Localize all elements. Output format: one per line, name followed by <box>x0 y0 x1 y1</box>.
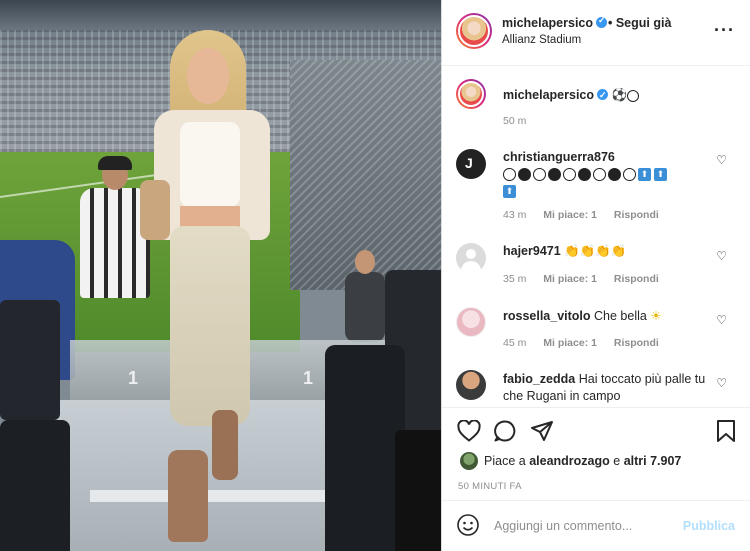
comment-username[interactable]: fabio_zedda <box>503 372 575 386</box>
comment-avatar[interactable] <box>456 149 486 179</box>
comment-reply-button[interactable]: Rispondi <box>614 209 659 221</box>
comment-input[interactable] <box>494 515 674 537</box>
save-bookmark-icon[interactable] <box>713 418 739 444</box>
up-arrow-icon: ⬆ <box>503 185 516 199</box>
comment-meta: 43 m Mi piace: 1 Rispondi <box>503 209 673 221</box>
soccer-ball-icon: ⚽ <box>611 88 628 102</box>
clapping-hands-icon: 👏👏👏👏 <box>564 244 627 258</box>
comment-reply-button[interactable]: Rispondi <box>614 273 659 285</box>
caption-time: 50 m <box>503 115 527 127</box>
seat-right-front <box>395 430 441 551</box>
liked-by-user[interactable]: aleandrozago <box>529 454 610 468</box>
woman-figure <box>140 30 280 550</box>
seat-right <box>325 345 405 551</box>
comment-like-heart-icon[interactable]: ♡ <box>716 376 727 390</box>
comment-username[interactable]: hajer9471 <box>503 244 561 258</box>
comment-avatar[interactable] <box>456 370 486 400</box>
seat-number-right: 1 <box>303 368 314 388</box>
comment-row: hajer9471 👏👏👏👏 ♡ 35 m Mi piace: 1 Rispon… <box>442 243 750 293</box>
comment-likes[interactable]: Mi piace: 1 <box>543 209 597 221</box>
verified-badge-icon <box>596 15 608 28</box>
post-actions: Piace a aleandrozago e altri 7.907 50 MI… <box>442 407 750 499</box>
comment-username[interactable]: rossella_vitolo <box>503 309 591 323</box>
spectator-right <box>345 250 385 342</box>
more-options-icon[interactable]: ··· <box>714 20 735 41</box>
post-photo[interactable]: 1 1 <box>0 0 441 551</box>
comment-likes[interactable]: Mi piace: 1 <box>543 273 597 285</box>
white-circle-icon <box>503 168 516 182</box>
comment-avatar[interactable] <box>456 307 486 337</box>
liked-by-suffix: e <box>613 454 621 468</box>
publish-button[interactable]: Pubblica <box>683 519 735 533</box>
author-avatar[interactable] <box>456 13 492 49</box>
like-heart-icon[interactable] <box>456 418 482 444</box>
comment-time: 43 m <box>503 209 527 221</box>
comment-text: rossella_vitolo Che bella ☀ <box>503 308 718 325</box>
post-location[interactable]: Allianz Stadium <box>502 34 581 46</box>
comment-icon[interactable] <box>492 418 518 444</box>
comment-username[interactable]: christianguerra876 <box>503 150 615 164</box>
post-header: michelapersico • Segui già Allianz Stadi… <box>442 0 750 66</box>
author-username-wrap[interactable]: michelapersico <box>502 15 608 30</box>
share-icon[interactable] <box>529 418 555 444</box>
up-arrow-icon: ⬆ <box>654 168 667 182</box>
post-timestamp[interactable]: 50 MINUTI FA <box>458 481 522 492</box>
comments-list[interactable]: michelapersico ⚽ 50 m christianguerra876… <box>442 67 750 407</box>
white-circle-icon <box>623 168 636 182</box>
emoji-smile-icon[interactable] <box>456 513 480 540</box>
comment-composer: Pubblica <box>442 500 750 551</box>
black-circle-icon <box>518 168 531 182</box>
up-arrow-icon: ⬆ <box>638 168 651 182</box>
white-circle-icon <box>627 89 640 102</box>
caption-row: michelapersico ⚽ 50 m <box>442 79 750 139</box>
comment-text: fabio_zedda Hai toccato più palle tu che… <box>503 371 718 405</box>
author-username[interactable]: michelapersico <box>502 16 593 30</box>
liked-by-prefix: Piace a <box>484 454 526 468</box>
comment-like-heart-icon[interactable]: ♡ <box>716 313 727 327</box>
seat-left-back <box>0 300 60 420</box>
comment-avatar[interactable] <box>456 243 486 273</box>
caption-meta: 50 m <box>503 115 540 127</box>
comment-text: christianguerra876 ⬆ ⬆ ⬆ <box>503 149 718 200</box>
liker-avatar[interactable] <box>460 452 478 470</box>
sun-icon: ☀ <box>650 309 662 323</box>
liked-by: Piace a aleandrozago e altri 7.907 <box>484 454 681 468</box>
white-circle-icon <box>593 168 606 182</box>
comment-row: rossella_vitolo Che bella ☀ ♡ 45 m Mi pi… <box>442 307 750 357</box>
black-circle-icon <box>548 168 561 182</box>
comment-like-heart-icon[interactable]: ♡ <box>716 249 727 263</box>
comment-text: hajer9471 👏👏👏👏 <box>503 243 718 260</box>
comment-time: 45 m <box>503 337 527 349</box>
caption-username[interactable]: michelapersico <box>503 88 594 102</box>
comment-row: christianguerra876 ⬆⬆⬆ ♡ 43 m Mi piace: … <box>442 147 750 221</box>
comment-meta: 45 m Mi piace: 1 Rispondi <box>503 337 673 349</box>
black-circle-icon <box>578 168 591 182</box>
caption-text: michelapersico ⚽ <box>503 87 718 104</box>
comment-likes[interactable]: Mi piace: 1 <box>543 337 597 349</box>
follow-status[interactable]: • Segui già <box>608 16 671 30</box>
verified-badge-icon <box>597 87 609 104</box>
comment-reply-button[interactable]: Rispondi <box>614 337 659 349</box>
comment-like-heart-icon[interactable]: ♡ <box>716 153 727 167</box>
post-side-panel: michelapersico • Segui già Allianz Stadi… <box>441 0 750 551</box>
white-circle-icon <box>533 168 546 182</box>
caption-avatar[interactable] <box>456 79 486 109</box>
black-circle-icon <box>608 168 621 182</box>
seat-left <box>0 420 70 551</box>
white-circle-icon <box>563 168 576 182</box>
comment-row: fabio_zedda Hai toccato più palle tu che… <box>442 370 750 407</box>
comment-meta: 35 m Mi piace: 1 Rispondi <box>503 273 673 285</box>
seat-number-left: 1 <box>128 368 139 388</box>
stadium-roof <box>0 0 441 30</box>
likes-count[interactable]: altri 7.907 <box>624 454 682 468</box>
comment-body: Che bella <box>594 309 647 323</box>
comment-time: 35 m <box>503 273 527 285</box>
